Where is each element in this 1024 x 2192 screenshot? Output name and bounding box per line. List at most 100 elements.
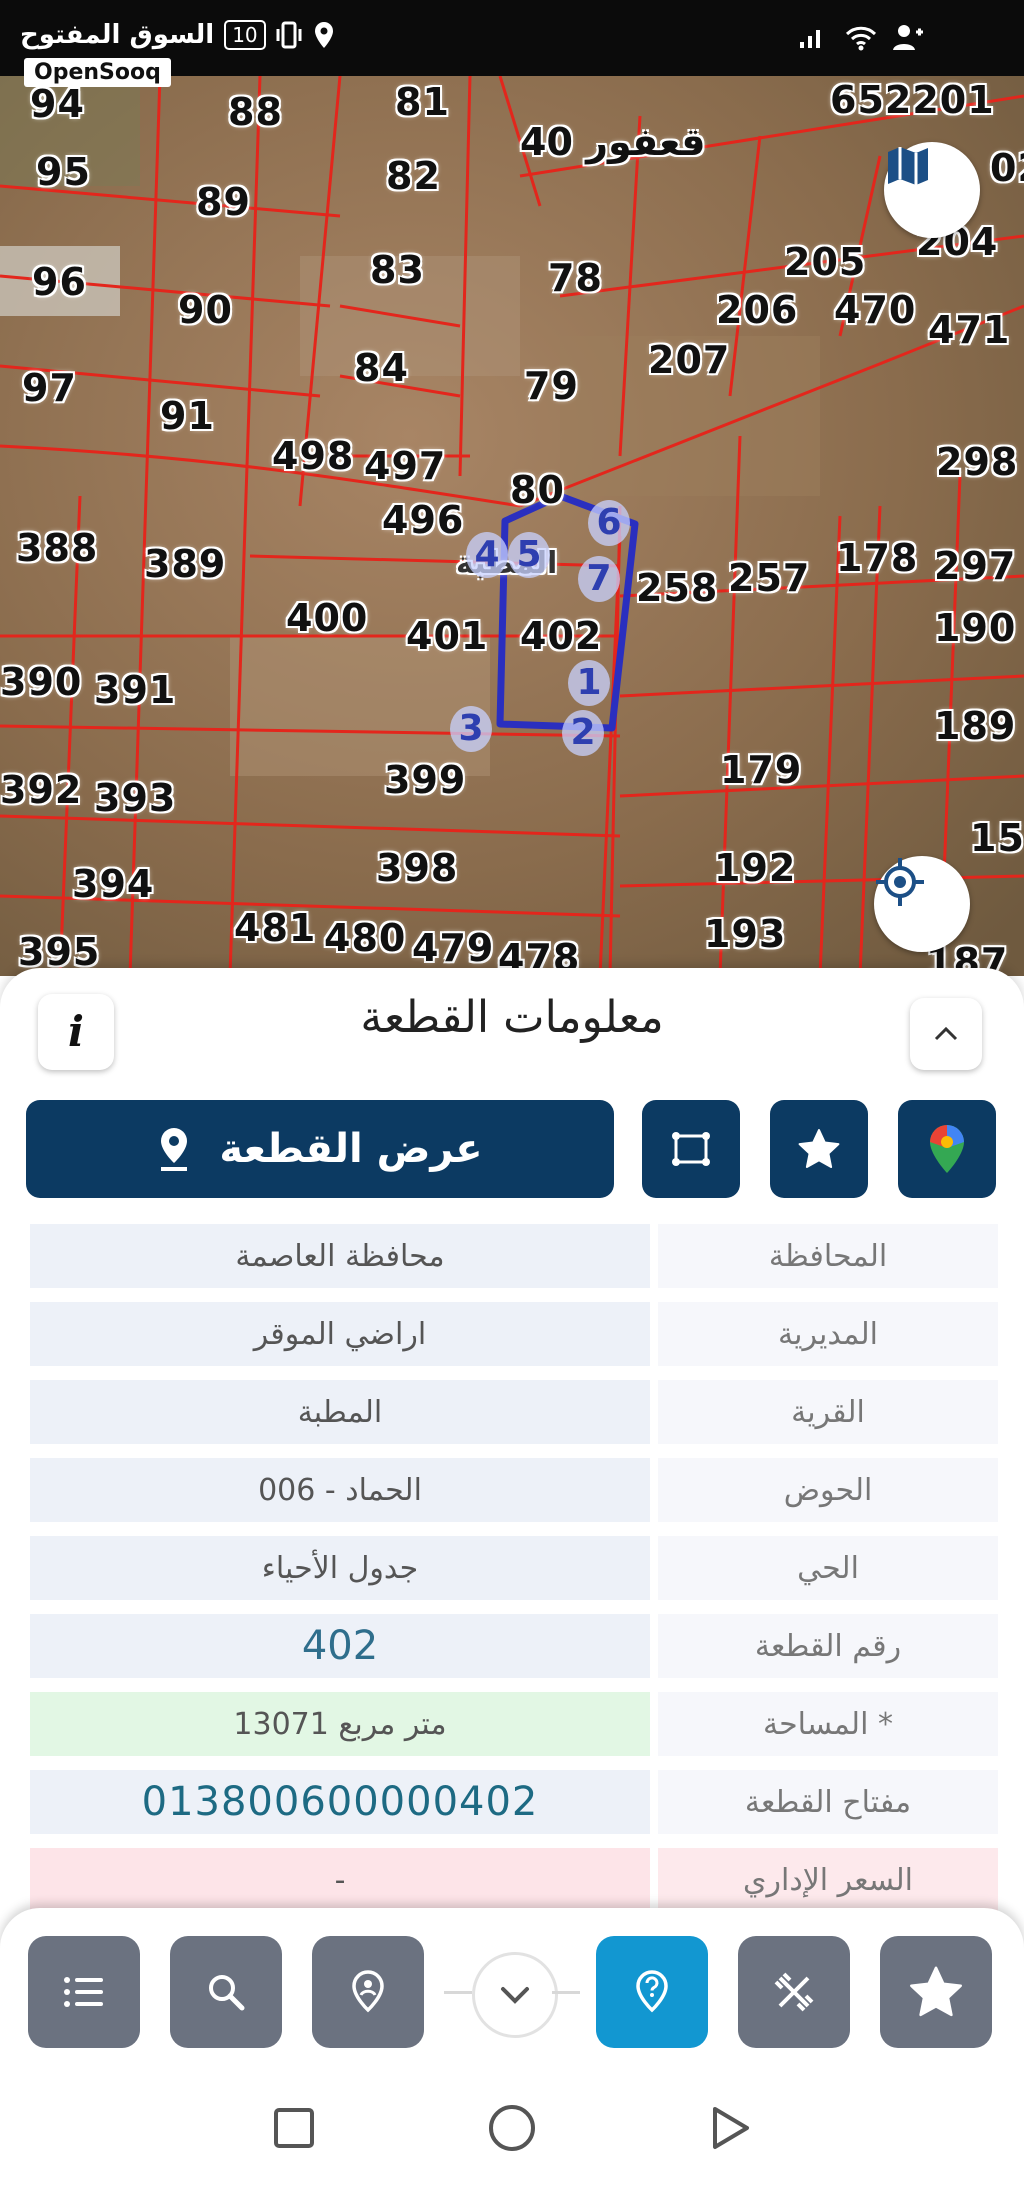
parcel-label: 97 xyxy=(22,366,77,410)
parcel-label: 399 xyxy=(384,758,467,802)
parcel-label: 389 xyxy=(144,542,227,586)
back-button[interactable] xyxy=(700,2098,760,2158)
parcel-label: 82 xyxy=(386,154,441,198)
satellite-map[interactable]: 94 88 81 652201 قعفور 40 95 89 82 02 96 … xyxy=(0,76,1024,976)
parcel-label: 388 xyxy=(16,526,99,570)
detail-row: 013800600000402 مفتاح القطعة xyxy=(26,1764,998,1842)
favorite-button[interactable] xyxy=(770,1100,868,1198)
parcel-label: 78 xyxy=(548,256,603,300)
parcel-label: 96 xyxy=(32,260,87,304)
parcel-label: 297 xyxy=(934,544,1017,588)
parcel-key-value[interactable]: 013800600000402 xyxy=(30,1770,650,1834)
status-left-group: السوق المفتوح 10 xyxy=(20,20,336,50)
vertex-marker: 1 xyxy=(568,660,610,706)
chevron-down-icon xyxy=(501,1987,529,2004)
parcel-label: 392 xyxy=(0,768,83,812)
polygon-button[interactable] xyxy=(642,1100,740,1198)
show-parcel-label: عرض القطعة xyxy=(219,1126,483,1172)
detail-row: 402 رقم القطعة xyxy=(26,1608,998,1686)
parcel-label: 91 xyxy=(160,394,215,438)
triangle-back-icon xyxy=(713,2107,749,2149)
info-button[interactable]: i xyxy=(38,994,114,1070)
status-right-group xyxy=(796,22,924,52)
my-location-button[interactable] xyxy=(874,856,970,952)
parcel-label: 402 xyxy=(520,614,603,658)
star-icon xyxy=(910,1966,962,2017)
parcel-label: 393 xyxy=(94,776,177,820)
parcel-label: 83 xyxy=(370,248,425,292)
detail-row: محافظة العاصمة المحافظة xyxy=(26,1218,998,1296)
location-pin-button[interactable] xyxy=(312,1936,424,2048)
no-measure-icon xyxy=(774,1972,814,2012)
detail-label: الحوض xyxy=(658,1458,998,1522)
favorites-button[interactable] xyxy=(880,1936,992,2048)
list-button[interactable] xyxy=(28,1936,140,2048)
pin-icon xyxy=(161,1128,188,1171)
parcel-label: 206 xyxy=(716,288,799,332)
map-layers-button[interactable] xyxy=(884,142,980,238)
parcel-label: 94 xyxy=(30,82,85,126)
panel-header: معلومات القطعة i xyxy=(0,968,1024,1078)
parcel-label: 398 xyxy=(376,846,459,890)
target-icon xyxy=(876,858,924,906)
vertex-marker: 2 xyxy=(562,710,604,756)
help-pin-button[interactable] xyxy=(596,1936,708,2048)
parcel-label: 479 xyxy=(412,926,495,970)
parcel-label: 496 xyxy=(382,498,465,542)
detail-label: المساحة * xyxy=(658,1692,998,1756)
square-icon xyxy=(274,2108,314,2148)
parcel-label: 89 xyxy=(196,180,251,224)
carrier-name: السوق المفتوح xyxy=(20,20,215,50)
list-icon xyxy=(64,1977,103,2007)
detail-row: جدول الأحياء الحي xyxy=(26,1530,998,1608)
detail-row: 13071 متر مربع المساحة * xyxy=(26,1686,998,1764)
google-maps-button[interactable] xyxy=(898,1100,996,1198)
parcel-label: 81 xyxy=(395,80,450,124)
parcel-label: 257 xyxy=(728,556,811,600)
vertex-marker: 5 xyxy=(508,532,550,578)
detail-row: الحماد - 006 الحوض xyxy=(26,1452,998,1530)
area-value: 13071 متر مربع xyxy=(30,1692,650,1756)
parcel-label: 205 xyxy=(784,240,867,284)
wifi-icon xyxy=(845,26,877,51)
detail-row: المطبة القرية xyxy=(26,1374,998,1452)
parcel-number-value: 402 xyxy=(30,1614,650,1678)
show-parcel-button[interactable]: عرض القطعة xyxy=(26,1100,614,1198)
parcel-label: 190 xyxy=(934,606,1017,650)
parcel-label: 179 xyxy=(720,748,803,792)
signal-icon xyxy=(800,30,820,48)
parcel-label: 90 xyxy=(178,288,233,332)
google-maps-icon xyxy=(930,1125,964,1173)
measure-off-button[interactable] xyxy=(738,1936,850,2048)
parcel-label: 79 xyxy=(524,364,579,408)
toolbar-divider xyxy=(444,1991,472,1994)
parcel-label: 394 xyxy=(72,862,155,906)
parcel-label: 497 xyxy=(364,444,447,488)
parcel-details-table: محافظة العاصمة المحافظة اراضي الموقر الم… xyxy=(26,1218,998,1920)
parcel-label: 401 xyxy=(406,614,489,658)
map-canvas[interactable] xyxy=(0,76,1024,976)
parcel-info-panel: معلومات القطعة i عرض القطعة محافظة العاص… xyxy=(0,968,1024,1948)
panel-title: معلومات القطعة xyxy=(360,992,664,1043)
parcel-label: 391 xyxy=(94,668,177,712)
home-button[interactable] xyxy=(482,2098,542,2158)
recents-button[interactable] xyxy=(264,2098,324,2158)
panel-actions: عرض القطعة xyxy=(0,1100,1024,1200)
help-pin-icon xyxy=(636,1970,668,2013)
detail-label: القرية xyxy=(658,1380,998,1444)
parcel-label: 189 xyxy=(934,704,1017,748)
location-pin-icon xyxy=(352,1970,384,2013)
map-icon xyxy=(888,147,928,185)
detail-value: محافظة العاصمة xyxy=(30,1224,650,1288)
parcel-label: 481 xyxy=(234,906,317,950)
circle-icon xyxy=(489,2105,535,2151)
parcel-label: 471 xyxy=(928,308,1011,352)
parcel-label: 178 xyxy=(836,536,919,580)
battery-level: 10 xyxy=(224,20,266,50)
parcel-label: 193 xyxy=(704,912,787,956)
detail-value: الحماد - 006 xyxy=(30,1458,650,1522)
search-button[interactable] xyxy=(170,1936,282,2048)
collapse-panel-button[interactable] xyxy=(910,998,982,1070)
detail-value: جدول الأحياء xyxy=(30,1536,650,1600)
expand-toolbar-button[interactable] xyxy=(472,1952,558,2038)
